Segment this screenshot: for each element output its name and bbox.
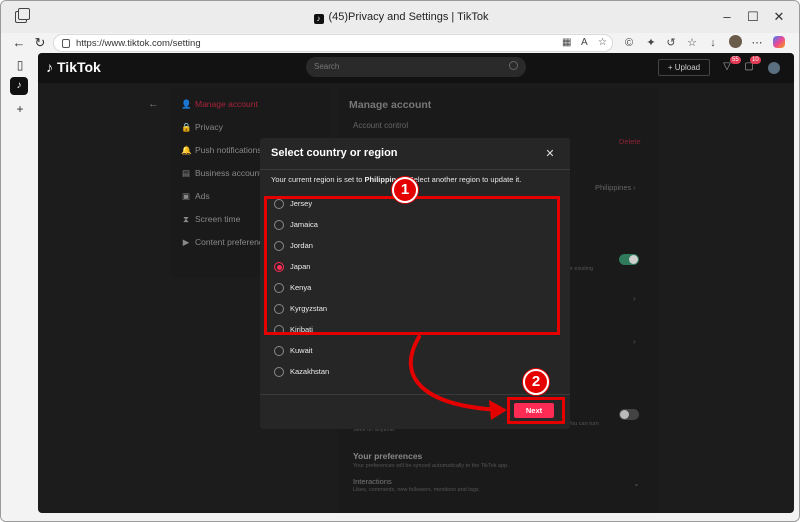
annotation-step-2: 2: [523, 369, 549, 395]
browser-window: ♪ (45)Privacy and Settings | TikTok – ☐ ✕…: [0, 0, 800, 522]
annotation-step-1: 1: [392, 177, 418, 203]
annotation-arrow: [408, 335, 507, 420]
